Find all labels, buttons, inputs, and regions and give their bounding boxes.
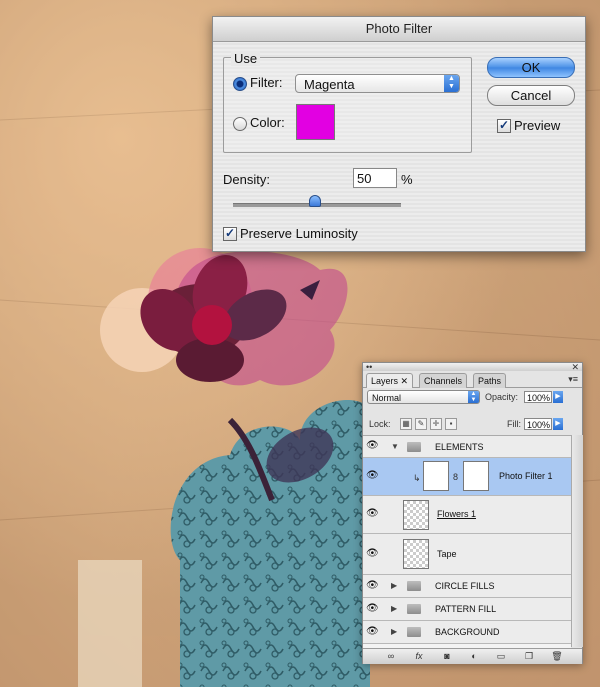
new-layer-icon[interactable]: ❐ [523,651,535,661]
layer-row-background[interactable]: 👁 ▶ BACKGROUND [363,621,571,644]
layer-name: BACKGROUND [435,627,500,637]
density-input[interactable]: 50 [353,168,397,188]
density-label: Density: [223,172,270,187]
preserve-luminosity-checkbox[interactable]: ✓ [223,227,237,241]
layers-panel: •• ✕ Layers ✕ Channels Paths ▾≡ Normal ▲… [362,362,583,664]
filter-label: Filter: [250,75,283,90]
ok-button[interactable]: OK [487,57,575,78]
layer-row-photo-filter[interactable]: 👁 ↳ 8 Photo Filter 1 [363,458,571,496]
layer-name: CIRCLE FILLS [435,581,495,591]
layers-list: 👁 ▼ ELEMENTS 👁 ↳ 8 Photo Filter 1 👁 Flow… [363,435,571,648]
layers-bottom-toolbar: ∞ fx ◙ ◐ ▭ ❐ 🗑 [363,648,582,664]
panel-menu-icon[interactable]: ▾≡ [568,375,578,384]
adjustment-icon[interactable]: ◐ [468,651,480,661]
layer-mask-thumbnail[interactable] [463,461,489,491]
fill-arrow-icon[interactable]: ▶ [553,418,563,430]
use-group-label: Use [231,51,261,66]
layer-row-elements[interactable]: 👁 ▼ ELEMENTS [363,436,571,458]
dialog-title: Photo Filter [213,17,585,42]
collapse-icon[interactable]: •• [366,363,372,372]
clipping-arrow-icon: ↳ [413,473,421,483]
filter-dropdown-value: Magenta [304,77,355,92]
dropdown-arrows-icon: ▲ ▼ [468,391,479,403]
lock-label: Lock: [369,419,391,429]
layers-scrollbar[interactable] [571,435,583,647]
photo-filter-dialog: Photo Filter Use Filter: Magenta ▲ ▼ Colo… [212,16,586,252]
folder-icon [407,604,421,614]
folder-icon [407,581,421,591]
fill-input[interactable]: 100% [524,418,552,430]
eye-icon[interactable]: 👁 [366,603,381,614]
mask-icon[interactable]: ◙ [441,651,453,661]
filter-radio[interactable] [233,77,247,91]
tab-close-icon[interactable]: ✕ [401,376,409,386]
fill-label: Fill: [507,419,521,429]
eye-icon[interactable]: 👁 [366,580,381,591]
layer-row-circle-fills[interactable]: 👁 ▶ CIRCLE FILLS [363,575,571,598]
eye-icon[interactable]: 👁 [366,548,381,559]
tab-layers-label: Layers [371,376,399,386]
layer-thumbnail[interactable] [403,539,429,569]
collapsed-triangle-icon[interactable]: ▶ [391,581,397,590]
opacity-input[interactable]: 100% [524,391,552,403]
eye-icon[interactable]: 👁 [366,508,381,519]
dropdown-arrows-icon: ▲ ▼ [444,75,459,92]
layer-name: PATTERN FILL [435,604,497,614]
color-label: Color: [250,115,285,130]
layer-row-tape[interactable]: 👁 Tape [363,534,571,575]
layer-row-flowers[interactable]: 👁 Flowers 1 [363,496,571,534]
chain-link-icon[interactable]: 8 [453,473,458,482]
lock-position-icon[interactable]: ✛ [430,418,442,430]
layer-thumbnail[interactable] [403,500,429,530]
lock-transparency-icon[interactable]: ▦ [400,418,412,430]
preview-checkbox[interactable]: ✓ [497,119,511,133]
preserve-luminosity-label: Preserve Luminosity [240,226,358,241]
tape-shape [78,560,142,687]
cancel-button[interactable]: Cancel [487,85,575,106]
opacity-label: Opacity: [485,392,519,402]
layer-row-pattern-fill[interactable]: 👁 ▶ PATTERN FILL [363,598,571,621]
eye-icon[interactable]: 👁 [366,626,381,637]
fx-icon[interactable]: fx [413,651,425,661]
layer-name: Photo Filter 1 [499,471,553,481]
blend-mode-dropdown[interactable]: Normal ▲ ▼ [367,390,480,404]
color-swatch[interactable] [296,104,335,140]
expand-triangle-icon[interactable]: ▼ [391,442,399,451]
adjustment-thumbnail-icon[interactable] [423,461,449,491]
trash-icon[interactable]: 🗑 [551,651,563,661]
density-unit: % [401,172,413,187]
folder-icon [407,442,421,452]
opacity-arrow-icon[interactable]: ▶ [553,391,563,403]
collapsed-triangle-icon[interactable]: ▶ [391,604,397,613]
layer-name: ELEMENTS [435,442,484,452]
preview-label: Preview [514,118,561,133]
blend-mode-value: Normal [372,393,402,403]
panel-tabs: Layers ✕ Channels Paths ▾≡ [363,371,582,388]
panel-titlebar[interactable]: •• ✕ [363,363,582,372]
eye-icon[interactable]: 👁 [366,470,381,481]
collapsed-triangle-icon[interactable]: ▶ [391,627,397,636]
use-group-box [223,57,472,153]
folder-icon[interactable]: ▭ [495,651,507,661]
layer-name: Flowers 1 [437,509,477,519]
link-icon[interactable]: ∞ [385,651,397,661]
panel-close-icon[interactable]: ✕ [571,363,579,372]
tab-channels[interactable]: Channels [419,373,468,388]
color-radio[interactable] [233,117,247,131]
tab-layers[interactable]: Layers ✕ [366,373,414,388]
folder-icon [407,627,421,637]
lock-pixels-icon[interactable]: ✎ [415,418,427,430]
eye-icon[interactable]: 👁 [366,440,381,451]
density-slider-thumb[interactable] [309,195,321,207]
lock-all-icon[interactable]: ▪ [445,418,457,430]
filter-dropdown[interactable]: Magenta ▲ ▼ [295,74,460,93]
layer-name: Tape [437,549,457,559]
tab-paths[interactable]: Paths [473,373,507,388]
